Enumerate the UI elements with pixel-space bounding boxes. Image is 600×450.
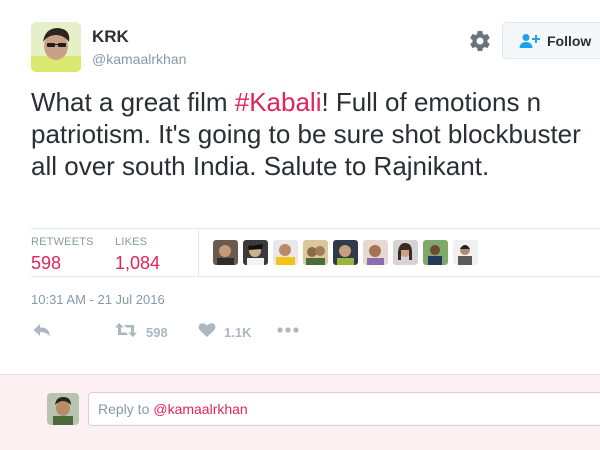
like-action[interactable]: 1.1K [198,322,251,343]
liker-avatar[interactable] [213,240,238,265]
more-action[interactable] [277,322,299,343]
author-name[interactable]: KRK [92,27,129,47]
liker-avatar[interactable] [273,240,298,265]
liker-avatar[interactable] [423,240,448,265]
liker-avatar[interactable] [243,240,268,265]
liker-avatar[interactable] [453,240,478,265]
liker-avatar[interactable] [393,240,418,265]
liker-avatar[interactable] [333,240,358,265]
heart-icon [198,322,216,343]
liker-avatar[interactable] [303,240,328,265]
reply-action[interactable] [32,322,52,343]
stats-top-divider [31,228,600,229]
retweets-stat[interactable]: RETWEETS 598 [31,236,94,274]
retweets-label: RETWEETS [31,236,94,248]
follow-person-plus-icon [519,33,541,49]
stats-bottom-divider [31,276,600,277]
tweet-text-start: What a great film [31,87,235,117]
follow-button-label: Follow [547,32,592,49]
likes-value: 1,084 [115,253,161,273]
author-handle[interactable]: @kamaalrkhan [92,51,186,67]
retweets-value: 598 [31,253,62,273]
likers-avatars [213,240,483,265]
retweet-action[interactable]: 598 [114,322,168,343]
gear-icon[interactable] [468,29,492,53]
retweet-count: 598 [146,325,168,340]
likes-stat[interactable]: LIKES 1,084 [115,236,160,274]
tweet-timestamp[interactable]: 10:31 AM - 21 Jul 2016 [31,292,165,307]
retweet-icon [114,322,138,343]
more-dots-icon [277,322,299,343]
reply-mention: @kamaalrkhan [153,401,248,417]
author-avatar[interactable] [31,22,81,72]
hashtag-link[interactable]: #Kabali [235,87,322,117]
tweet-text: What a great film #Kabali! Full of emoti… [31,86,596,182]
like-count: 1.1K [224,325,252,340]
follow-button[interactable]: Follow [502,22,600,59]
current-user-avatar [47,393,79,425]
reply-input[interactable]: Reply to @kamaalrkhan [88,392,600,426]
stats-vertical-divider [198,229,199,276]
reply-prefix: Reply to [98,401,150,417]
likes-label: LIKES [115,236,148,248]
reply-icon [32,322,52,343]
liker-avatar[interactable] [363,240,388,265]
